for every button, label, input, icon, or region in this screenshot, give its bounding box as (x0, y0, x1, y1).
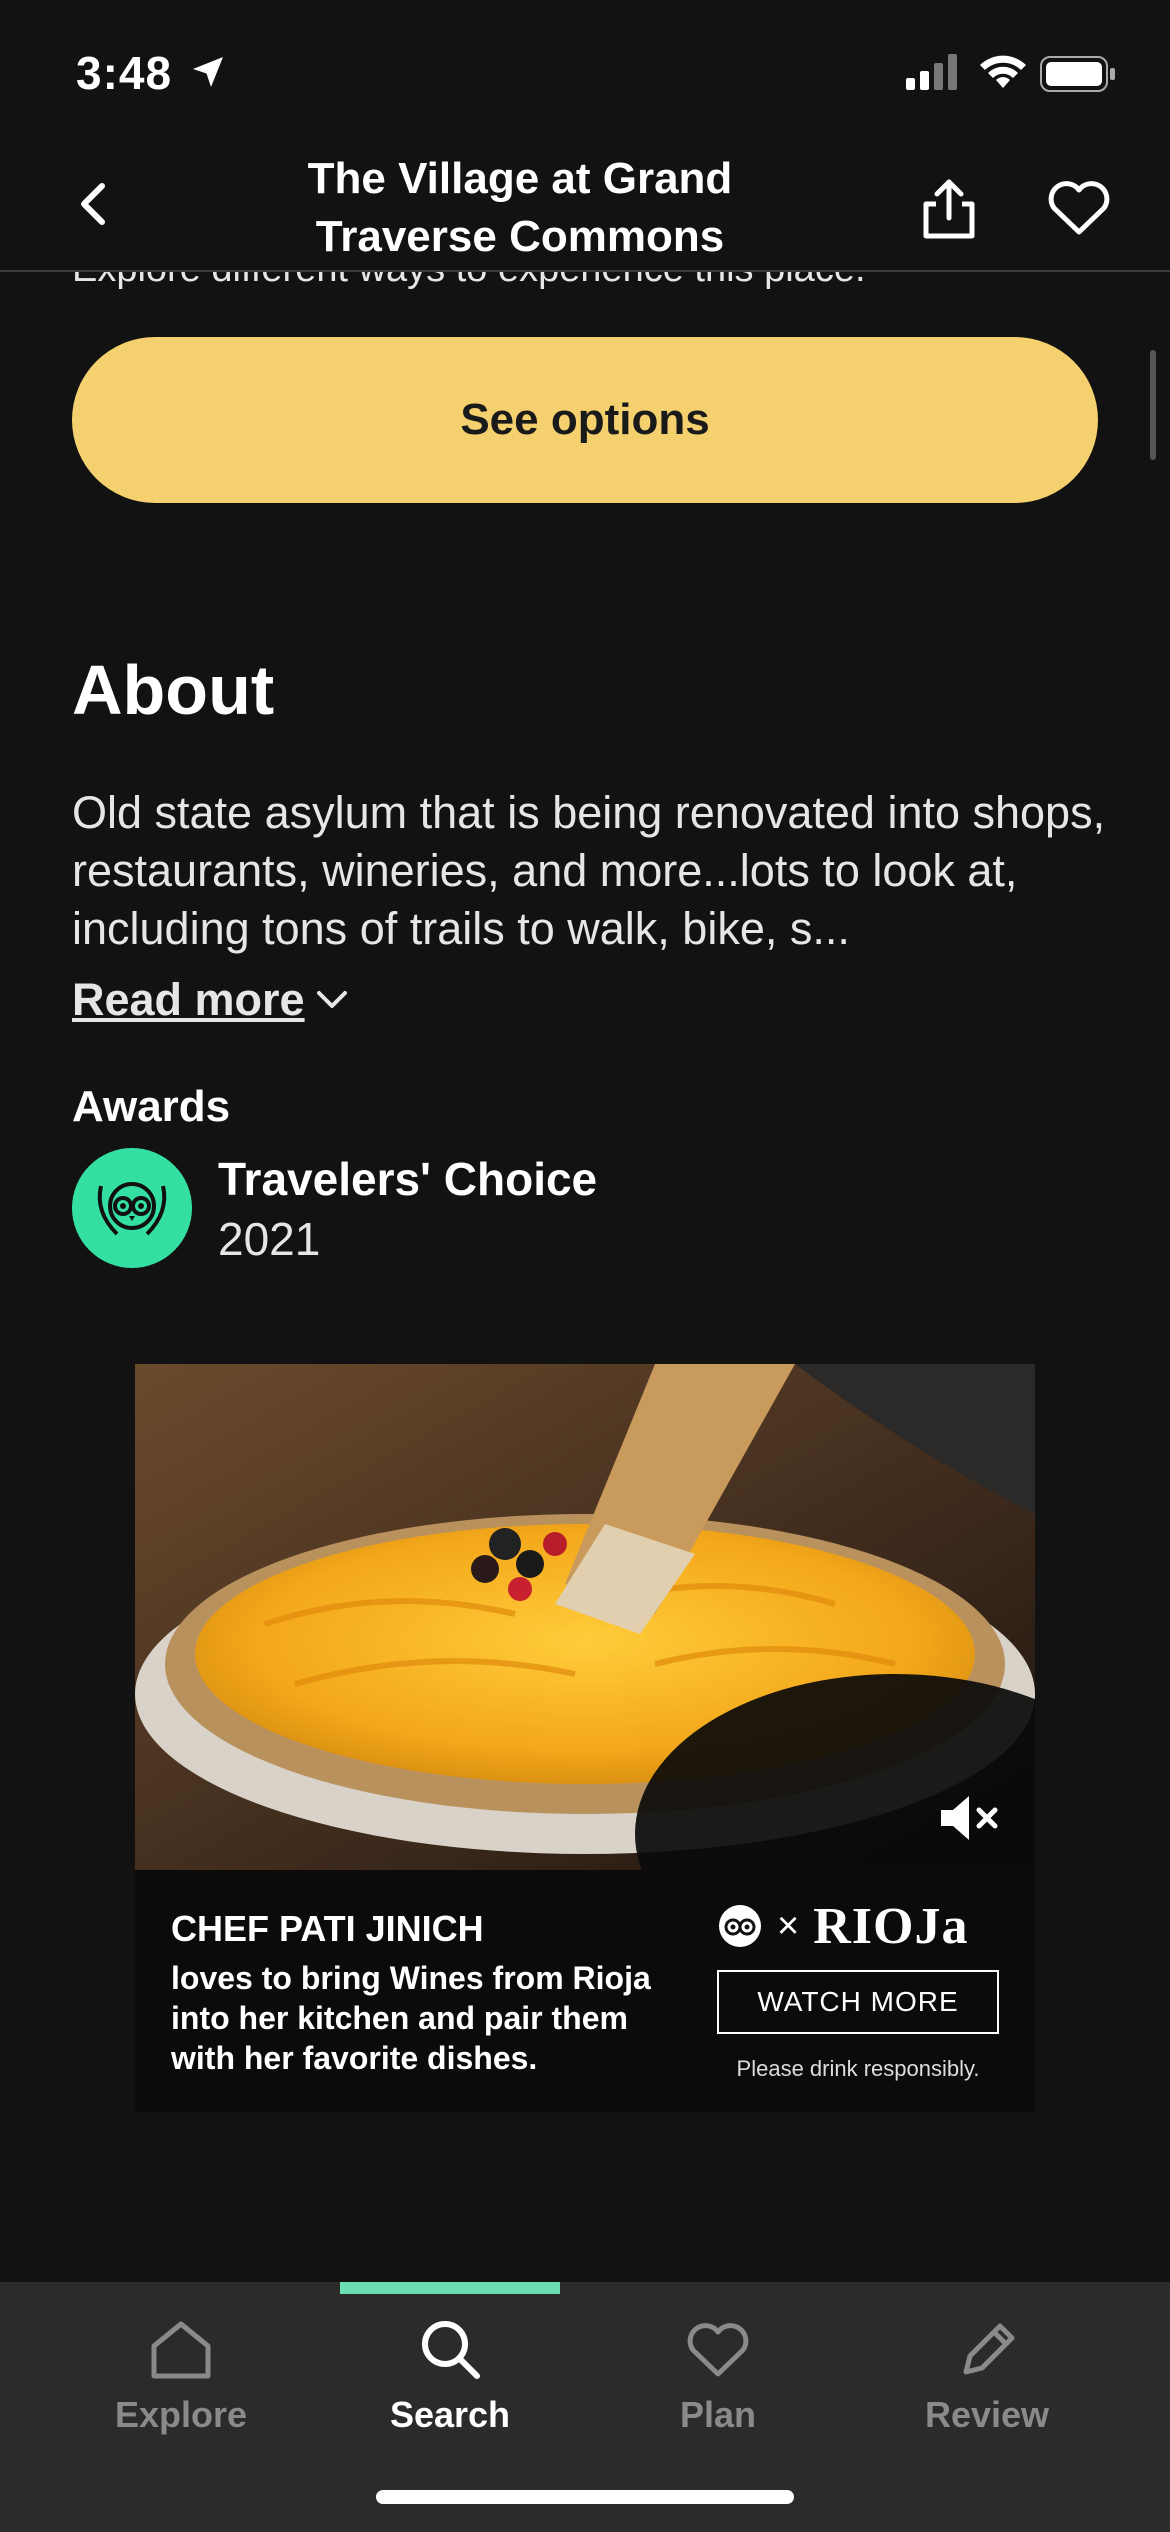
search-icon (422, 2321, 480, 2379)
ad-brand-lockup: × RIOJa (717, 1896, 1007, 1956)
ad-brand-separator: × (777, 1904, 800, 1947)
see-options-button[interactable]: See options (72, 337, 1098, 503)
pencil-icon (963, 2323, 1015, 2375)
tab-explore[interactable]: Explore (71, 2282, 291, 2472)
award-name: Travelers' Choice (218, 1153, 598, 1205)
tab-search[interactable]: Search (340, 2282, 560, 2472)
video-advertisement[interactable]: CHEF PATI JINICH loves to bring Wines fr… (135, 1364, 1035, 2112)
tab-label-plan: Plan (679, 2394, 757, 2435)
tab-label-explore: Explore (114, 2394, 248, 2435)
ad-video-frame[interactable] (135, 1364, 1035, 1870)
about-heading: About (72, 651, 275, 729)
heart-icon[interactable] (1046, 178, 1112, 238)
wifi-icon (980, 55, 1026, 88)
awards-label: Awards (72, 1082, 231, 1131)
ad-disclaimer: Please drink responsibly. (736, 2056, 980, 2081)
tab-label-review: Review (924, 2394, 1050, 2435)
home-icon (151, 2321, 211, 2379)
heart-icon (687, 2323, 749, 2377)
tab-review[interactable]: Review (877, 2282, 1097, 2472)
share-icon[interactable] (914, 174, 984, 244)
ad-headline: CHEF PATI JINICH (171, 1908, 484, 1949)
home-indicator[interactable] (376, 2490, 794, 2504)
back-arrow-icon[interactable] (66, 176, 122, 232)
ad-caption-panel: CHEF PATI JINICH loves to bring Wines fr… (135, 1870, 1035, 2112)
chevron-down-icon (316, 991, 347, 1008)
read-more-link[interactable]: Read more (72, 974, 349, 1026)
ad-body-text: loves to bring Wines from Rioja into her… (171, 1960, 651, 2076)
top-nav-header: The Village at Grand Traverse Commons (0, 140, 1170, 272)
ad-brand-name: RIOJa (813, 1897, 969, 1955)
tab-label-search: Search (389, 2394, 511, 2435)
battery-icon (1040, 56, 1115, 92)
award-year: 2021 (218, 1213, 321, 1265)
cell-signal-icon (906, 54, 957, 90)
status-bar: 3:48 (0, 0, 1170, 140)
status-time: 3:48 (76, 47, 173, 99)
watch-more-button[interactable]: WATCH MORE (717, 1970, 999, 2034)
tab-plan[interactable]: Plan (608, 2282, 828, 2472)
read-more-label: Read more (72, 974, 305, 1025)
page-title: The Village at Grand Traverse Commons (307, 154, 733, 261)
travelers-choice-badge (72, 1148, 192, 1268)
mute-icon[interactable] (935, 1788, 1005, 1848)
owl-logo-icon (97, 1182, 167, 1236)
owl-logo-icon (719, 1905, 761, 1947)
location-arrow-icon (193, 57, 223, 87)
about-description: Old state asylum that is being renovated… (72, 787, 1106, 954)
scrollbar[interactable] (1150, 350, 1156, 460)
